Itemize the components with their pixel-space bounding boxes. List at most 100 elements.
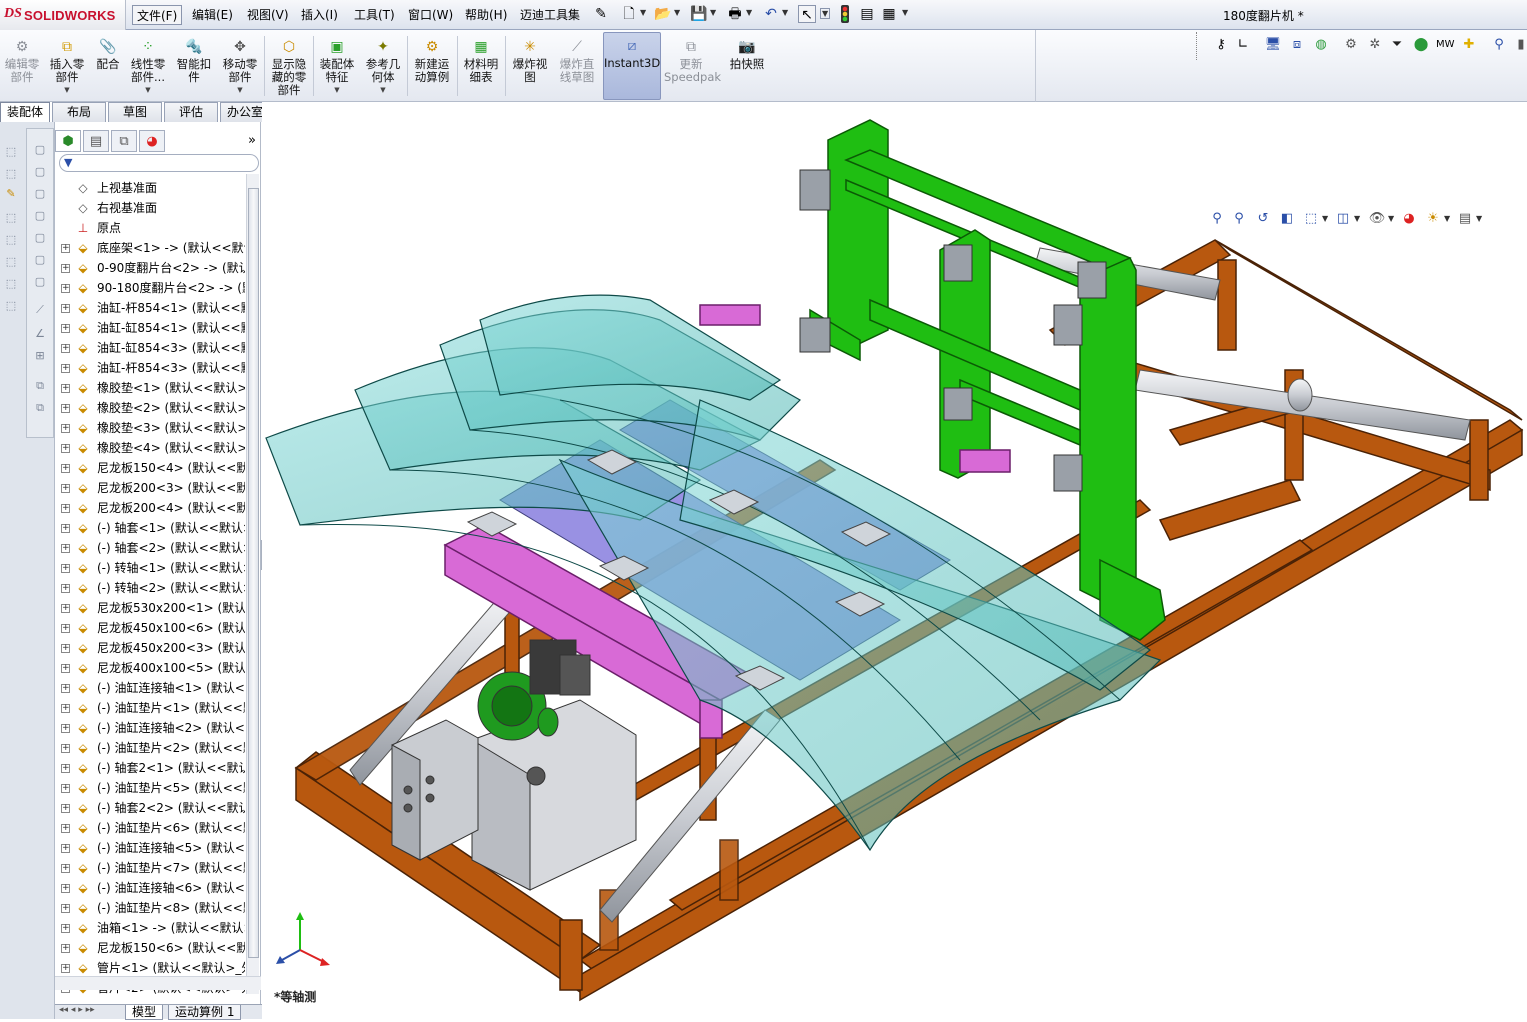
edit-appearance-icon[interactable]: ◕ — [1400, 210, 1418, 228]
expand-toggle-icon[interactable]: + — [61, 244, 70, 253]
section-view-icon[interactable]: ◧ — [1278, 210, 1296, 228]
tree-item[interactable]: + ⬙ 尼龙板450x100<6> (默认< — [55, 618, 245, 638]
chevron-down-icon[interactable]: ▼ — [710, 8, 716, 17]
lock-icon[interactable]: ▮ — [1512, 36, 1527, 54]
tree-item[interactable]: + ⬙ (-) 转轴<2> (默认<<默认> — [55, 578, 245, 598]
expand-toggle-icon[interactable]: + — [61, 664, 70, 673]
new-document-icon[interactable]: 🗋 — [620, 5, 638, 23]
expand-toggle-icon[interactable]: + — [61, 944, 70, 953]
box-tool-icon[interactable]: ▢ — [32, 164, 48, 180]
tree-item[interactable]: + ⬙ 橡胶垫<2> (默认<<默认>_ — [55, 398, 245, 418]
tree-item[interactable]: + ⬙ 油缸-缸854<3> (默认<<默 — [55, 338, 245, 358]
expand-toggle-icon[interactable]: + — [61, 264, 70, 273]
expand-toggle-icon[interactable]: + — [61, 844, 70, 853]
expand-toggle-icon[interactable]: + — [61, 964, 70, 973]
chevron-down-icon[interactable]: ▼ — [1388, 214, 1394, 223]
tree-item[interactable]: + ⬙ 橡胶垫<1> (默认<<默认>_ — [55, 378, 245, 398]
tree-item[interactable]: + ⬙ (-) 油缸垫片<2> (默认<<默 — [55, 738, 245, 758]
tree-item[interactable]: ◇ 上视基准面 — [55, 178, 245, 198]
configuration-manager-tab-icon[interactable]: ⧉ — [111, 130, 137, 152]
tree-item[interactable]: + ⬙ 管片<1> (默认<<默认>_外 — [55, 958, 245, 978]
tree-item[interactable]: + ⬙ 尼龙板450x200<3> (默认< — [55, 638, 245, 658]
view-settings-icon[interactable]: ▤ — [1456, 210, 1474, 228]
tree-item[interactable]: + ⬙ (-) 油缸连接轴<5> (默认<< — [55, 838, 245, 858]
box-tool-icon[interactable]: ▢ — [32, 186, 48, 202]
expand-toggle-icon[interactable]: + — [61, 584, 70, 593]
tree-item[interactable]: + ⬙ 尼龙板150<4> (默认<<默认 — [55, 458, 245, 478]
expand-toggle-icon[interactable]: + — [61, 744, 70, 753]
tree-item[interactable]: + ⬙ 尼龙板200<3> (默认<<默认 — [55, 478, 245, 498]
sketch-tool-icon[interactable]: ⬚ — [3, 276, 19, 292]
search-icon[interactable]: ⚲ — [1490, 36, 1508, 54]
tree-item[interactable]: + ⬙ 90-180度翻片台<2> -> (默 — [55, 278, 245, 298]
expand-toggle-icon[interactable]: + — [61, 404, 70, 413]
insert-components-button[interactable]: ⧉ 插入零 部件 ▼ — [46, 34, 88, 100]
print-icon[interactable]: 🖶 — [726, 5, 744, 23]
property-manager-tab-icon[interactable]: ▤ — [83, 130, 109, 152]
tree-item[interactable]: + ⬙ 尼龙板530x200<1> (默认< — [55, 598, 245, 618]
tab-scroll-arrows-icon[interactable]: ◂◂ ◂ ▸ ▸▸ — [59, 1005, 95, 1015]
chevron-down-icon[interactable]: ▼ — [1354, 214, 1360, 223]
tree-item[interactable]: + ⬙ 尼龙板400x100<5> (默认< — [55, 658, 245, 678]
tree-item[interactable]: + ⬙ (-) 轴套2<1> (默认<<默认 — [55, 758, 245, 778]
tree-item[interactable]: + ⬙ 油箱<1> -> (默认<<默认>_ — [55, 918, 245, 938]
smart-fasteners-button[interactable]: 🔩 智能扣 件 — [174, 34, 214, 100]
previous-view-icon[interactable]: ↺ — [1254, 210, 1272, 228]
expand-toggle-icon[interactable]: + — [61, 804, 70, 813]
expand-toggle-icon[interactable]: + — [61, 484, 70, 493]
select-pointer-icon[interactable]: ↖ — [798, 5, 816, 23]
filter-icon[interactable]: ▼ — [64, 156, 72, 169]
bill-of-materials-button[interactable]: ▦ 材料明 细表 — [460, 34, 502, 100]
expand-toggle-icon[interactable]: + — [61, 444, 70, 453]
reference-geometry-button[interactable]: ✦ 参考几 何体 ▼ — [362, 34, 404, 100]
copy-tool-icon[interactable]: ⧉ — [32, 400, 48, 416]
box-tool-icon[interactable]: ▢ — [32, 274, 48, 290]
chevron-down-icon[interactable]: ▼ — [316, 84, 358, 97]
tree-item[interactable]: + ⬙ (-) 油缸垫片<6> (默认<<默 — [55, 818, 245, 838]
linear-component-pattern-button[interactable]: ⁘ 线性零 部件... ▼ — [127, 34, 169, 100]
expand-toggle-icon[interactable]: + — [61, 704, 70, 713]
box-tool-icon[interactable]: ▢ — [32, 230, 48, 246]
tree-item[interactable]: + ⬙ (-) 油缸连接轴<6> (默认<< — [55, 878, 245, 898]
tab-assembly[interactable]: 装配体 — [0, 102, 50, 122]
open-folder-icon[interactable]: 📂 — [654, 5, 672, 23]
expand-toggle-icon[interactable]: + — [61, 644, 70, 653]
tree-item[interactable]: + ⬙ 油缸-杆854<1> (默认<<默 — [55, 298, 245, 318]
zoom-to-fit-icon[interactable]: ⚲ — [1208, 210, 1226, 228]
expand-toggle-icon[interactable]: + — [61, 924, 70, 933]
assembly-features-button[interactable]: ▣ 装配体 特征 ▼ — [316, 34, 358, 100]
expand-toggle-icon[interactable]: + — [61, 304, 70, 313]
angle-icon[interactable]: ∟ — [1234, 36, 1252, 54]
expand-toggle-icon[interactable]: + — [61, 324, 70, 333]
chevron-down-icon[interactable]: ▼ — [362, 84, 404, 97]
expand-toggle-icon[interactable]: + — [61, 824, 70, 833]
tree-scrollbar[interactable] — [246, 174, 259, 994]
add-icon[interactable]: ✚ — [1460, 36, 1478, 54]
tree-item[interactable]: + ⬙ 尼龙板150<6> (默认<<默认 — [55, 938, 245, 958]
sketch-tool-icon[interactable]: ⬚ — [3, 210, 19, 226]
tree-item[interactable]: + ⬙ (-) 转轴<1> (默认<<默认> — [55, 558, 245, 578]
menu-edit[interactable]: 编辑(E) — [188, 5, 237, 25]
mate-button[interactable]: 📎 配合 — [92, 34, 124, 100]
tree-item[interactable]: + ⬙ 橡胶垫<3> (默认<<默认>_ — [55, 418, 245, 438]
tree-item[interactable]: + ⬙ (-) 油缸垫片<8> (默认<<默 — [55, 898, 245, 918]
expand-toggle-icon[interactable]: + — [61, 524, 70, 533]
globe-icon[interactable]: ◍ — [1312, 36, 1330, 54]
sketch-tool-icon[interactable]: ⬚ — [3, 298, 19, 314]
expand-toggle-icon[interactable]: + — [61, 784, 70, 793]
grid-tool-icon[interactable]: ⊞ — [32, 348, 48, 364]
expand-toggle-icon[interactable]: + — [61, 424, 70, 433]
menu-insert[interactable]: 插入(I) — [297, 5, 342, 25]
expand-toggle-icon[interactable]: + — [61, 464, 70, 473]
apply-scene-icon[interactable]: ☀ — [1424, 210, 1442, 228]
tree-scrollbar-thumb[interactable] — [248, 188, 259, 958]
sketch-tool-icon[interactable]: ⬚ — [3, 166, 19, 182]
tree-item[interactable]: + ⬙ (-) 油缸连接轴<2> (默认<< — [55, 718, 245, 738]
file-properties-icon[interactable]: ▤ — [858, 5, 876, 23]
settings-icon[interactable]: ✲ — [1366, 36, 1384, 54]
chevron-down-icon[interactable]: ▼ — [127, 84, 169, 97]
funnel-icon[interactable]: ⏷ — [1388, 36, 1406, 54]
chevron-down-icon[interactable]: ▼ — [902, 8, 908, 17]
tab-layout[interactable]: 布局 — [52, 102, 106, 122]
save-icon[interactable]: 💾 — [690, 5, 708, 23]
